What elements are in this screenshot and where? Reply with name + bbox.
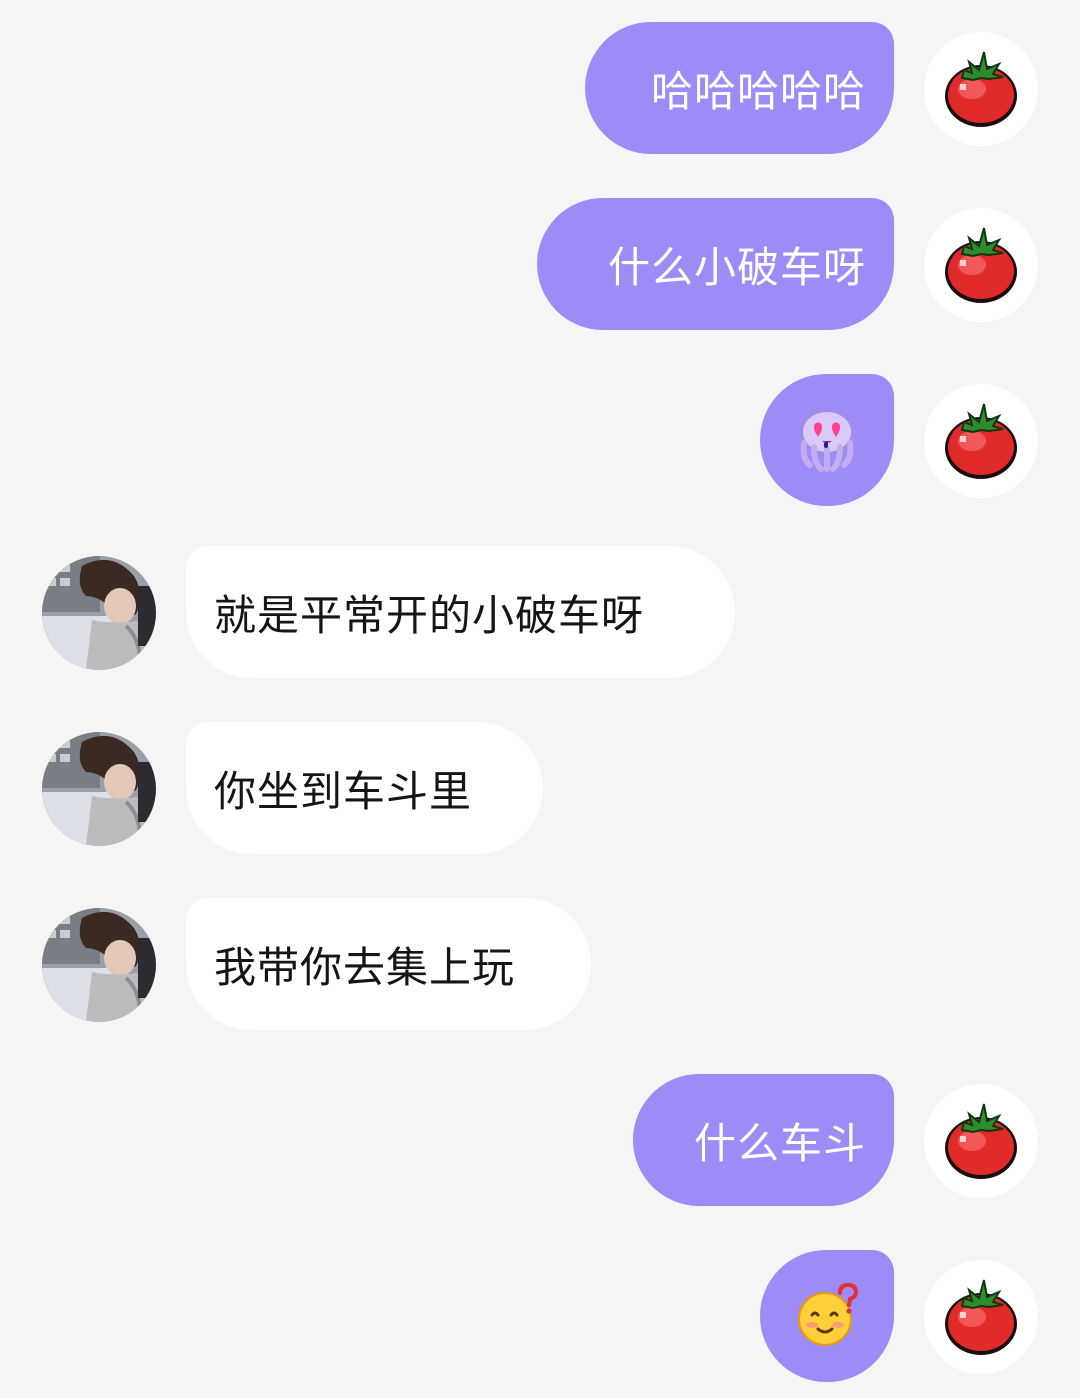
confused-smiley-question-sticker-icon — [798, 1283, 859, 1346]
outgoing-sticker-bubble[interactable] — [760, 374, 894, 506]
message-row-incoming-2: 你坐到车斗里 — [0, 722, 1080, 854]
tomato-avatar-icon[interactable] — [924, 32, 1038, 146]
user-photo-avatar[interactable] — [42, 556, 156, 670]
tomato-avatar-icon[interactable] — [924, 208, 1038, 322]
message-row-incoming-1: 就是平常开的小破车呀 — [0, 546, 1080, 678]
incoming-message-bubble[interactable]: 就是平常开的小破车呀 — [186, 546, 735, 678]
outgoing-message-bubble[interactable]: 哈哈哈哈哈 — [585, 22, 894, 154]
tomato-avatar-icon[interactable] — [924, 1084, 1038, 1198]
heart-eyes-octopus-sticker-icon — [800, 410, 854, 472]
tomato-avatar-icon[interactable] — [924, 384, 1038, 498]
message-row-outgoing-2: 什么小破车呀 — [0, 198, 1080, 330]
tomato-avatar-icon[interactable] — [924, 1260, 1038, 1374]
user-photo-avatar[interactable] — [42, 908, 156, 1022]
message-text: 就是平常开的小破车呀 — [214, 590, 645, 640]
outgoing-sticker-bubble[interactable] — [760, 1250, 894, 1382]
message-text: 你坐到车斗里 — [214, 766, 473, 816]
message-row-outgoing-1: 哈哈哈哈哈 — [0, 22, 1080, 154]
incoming-message-bubble[interactable]: 你坐到车斗里 — [186, 722, 543, 854]
user-photo-avatar[interactable] — [42, 732, 156, 846]
chat-screen: { "messages": [ {"side": "out", "type": … — [0, 0, 1080, 1398]
message-text: 什么小破车呀 — [607, 242, 866, 292]
message-row-outgoing-5 — [0, 1250, 1080, 1382]
outgoing-message-bubble[interactable]: 什么小破车呀 — [537, 198, 894, 330]
message-text: 什么车斗 — [693, 1118, 866, 1168]
message-row-outgoing-4: 什么车斗 — [0, 1074, 1080, 1206]
message-row-incoming-3: 我带你去集上玩 — [0, 898, 1080, 1030]
message-text: 我带你去集上玩 — [214, 942, 516, 992]
message-row-outgoing-3 — [0, 374, 1080, 506]
message-text: 哈哈哈哈哈 — [650, 66, 866, 116]
outgoing-message-bubble[interactable]: 什么车斗 — [633, 1074, 894, 1206]
incoming-message-bubble[interactable]: 我带你去集上玩 — [186, 898, 591, 1030]
